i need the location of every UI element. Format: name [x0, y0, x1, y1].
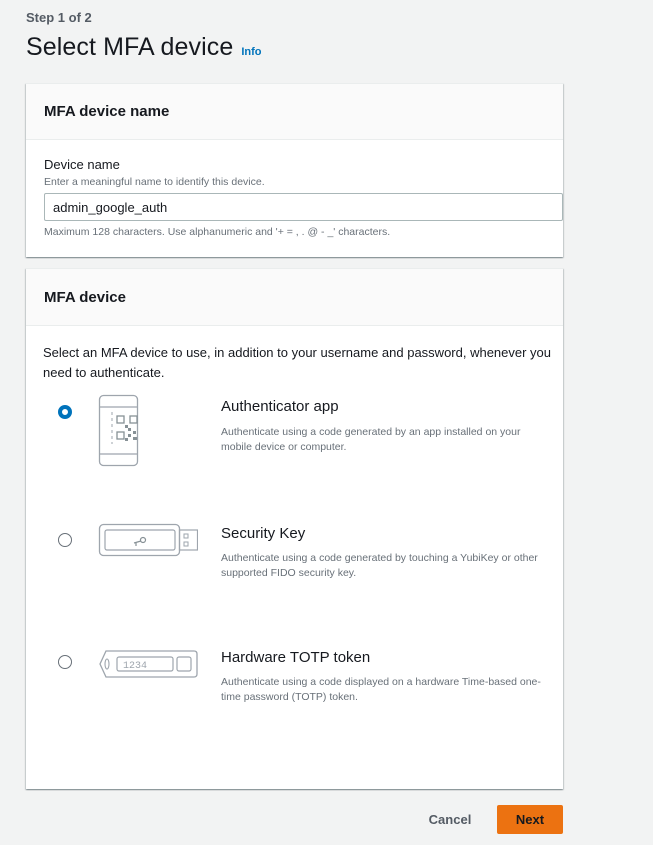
- device-name-label: Device name: [44, 157, 120, 172]
- device-name-constraint: Maximum 128 characters. Use alphanumeric…: [44, 226, 391, 238]
- option-security-key[interactable]: Security Key Authenticate using a code g…: [26, 523, 563, 623]
- device-name-input[interactable]: [44, 193, 563, 221]
- device-name-description: Enter a meaningful name to identify this…: [44, 176, 265, 188]
- option-hardware-totp[interactable]: 1234 Hardware TOTP token Authenticate us…: [26, 649, 563, 749]
- authenticator-app-radio[interactable]: [58, 405, 72, 419]
- step-indicator: Step 1 of 2: [26, 10, 92, 25]
- hardware-totp-title: Hardware TOTP token: [221, 649, 371, 666]
- authenticator-app-description: Authenticate using a code generated by a…: [221, 426, 521, 453]
- security-key-title: Security Key: [221, 525, 306, 542]
- mfa-device-name-panel: MFA device name Device name Enter a mean…: [26, 83, 563, 257]
- page-header: Select MFA device Info: [26, 33, 262, 62]
- totp-token-icon: 1234: [98, 649, 198, 684]
- next-button[interactable]: Next: [497, 805, 563, 834]
- token-display-text: 1234: [123, 661, 147, 672]
- security-key-description: Authenticate using a code generated by t…: [221, 552, 538, 579]
- phone-qr-icon: [98, 394, 142, 473]
- mfa-device-panel: MFA device Select an MFA device to use, …: [26, 268, 563, 789]
- usb-key-icon: [98, 523, 199, 562]
- authenticator-app-title: Authenticator app: [221, 398, 339, 415]
- panel-heading: MFA device: [26, 269, 563, 326]
- option-authenticator-app[interactable]: Authenticator app Authenticate using a c…: [26, 394, 563, 494]
- security-key-radio[interactable]: [58, 533, 72, 547]
- device-intro-text: Select an MFA device to use, in addition…: [43, 345, 552, 380]
- cancel-button[interactable]: Cancel: [418, 805, 482, 834]
- page-title: Select MFA device: [26, 33, 234, 61]
- hardware-totp-description: Authenticate using a code displayed on a…: [221, 676, 541, 703]
- panel-heading: MFA device name: [26, 84, 563, 140]
- hardware-totp-radio[interactable]: [58, 655, 72, 669]
- info-link[interactable]: Info: [241, 46, 261, 58]
